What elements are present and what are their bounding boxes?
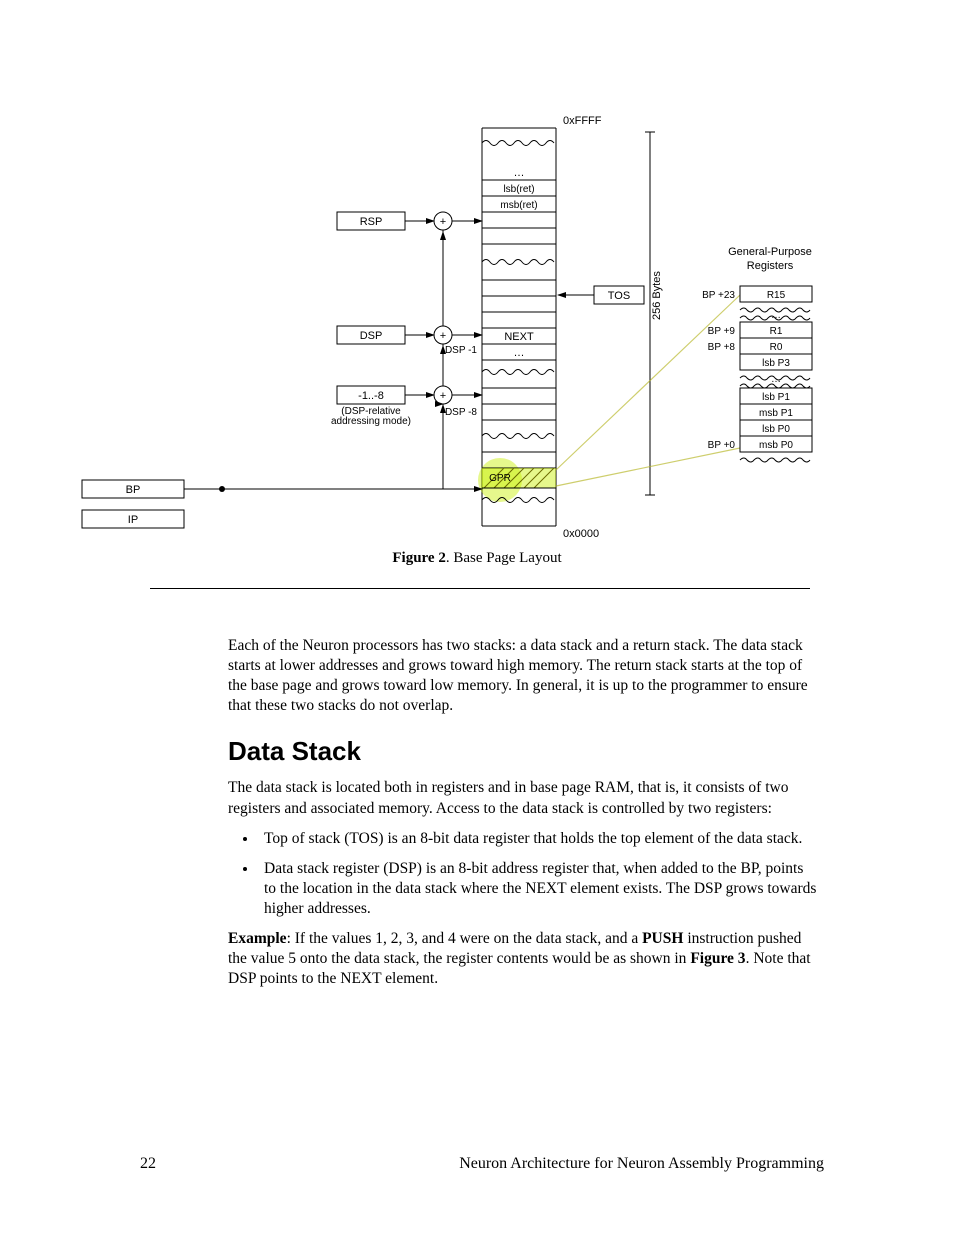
svg-text:+: + [440, 390, 446, 402]
svg-text:RSP: RSP [360, 216, 383, 228]
svg-text:BP: BP [126, 484, 141, 496]
page-number: 22 [140, 1155, 156, 1173]
example-text-1: : If the values 1, 2, 3, and 4 were on t… [287, 930, 643, 947]
bp-box: BP [82, 480, 184, 498]
svg-text:lsb P3: lsb P3 [762, 358, 790, 369]
range-box: -1..-8 (DSP-relative addressing mode) [331, 386, 411, 427]
gpr-title-2: Registers [747, 260, 794, 272]
data-stack-paragraph: The data stack is located both in regist… [228, 778, 818, 818]
push-keyword: PUSH [642, 930, 683, 947]
dsp-minus-1: DSP -1 [445, 345, 477, 356]
svg-text:DSP: DSP [360, 330, 383, 342]
gpr-title-1: General-Purpose [728, 246, 812, 258]
body-text: Each of the Neuron processors has two st… [228, 636, 818, 1000]
svg-text:addressing mode): addressing mode) [331, 416, 411, 427]
register-list: Top of stack (TOS) is an 8-bit data regi… [258, 829, 818, 920]
base-page-layout-diagram: … lsb(ret) msb(ret) NEXT … [0, 0, 954, 545]
svg-text:…: … [771, 310, 781, 321]
svg-text:BP +9: BP +9 [708, 326, 736, 337]
svg-text:R1: R1 [770, 326, 783, 337]
svg-text:IP: IP [128, 514, 138, 526]
horizontal-rule [150, 588, 810, 589]
list-item: Top of stack (TOS) is an 8-bit data regi… [258, 829, 818, 849]
svg-text:+: + [440, 216, 446, 228]
figure-area: … lsb(ret) msb(ret) NEXT … [0, 0, 954, 575]
msb-ret-cell: msb(ret) [500, 200, 537, 211]
dsp-minus-8: DSP -8 [445, 407, 477, 418]
example-label: Example [228, 930, 287, 947]
next-cell: NEXT [504, 331, 534, 343]
footer-title: Neuron Architecture for Neuron Assembly … [459, 1155, 824, 1173]
svg-text:R0: R0 [770, 342, 783, 353]
gpr-column: R15 BP +23 … R1 BP +9 R0 BP +8 lsb P3 … … [702, 286, 812, 462]
svg-text:-1..-8: -1..-8 [358, 390, 384, 402]
svg-text:+: + [440, 330, 446, 342]
figure-number: Figure 2 [392, 550, 445, 566]
lsb-ret-cell: lsb(ret) [503, 184, 534, 195]
intro-paragraph: Each of the Neuron processors has two st… [228, 636, 818, 717]
256-bytes-label: 256 Bytes [651, 271, 663, 320]
svg-text:lsb P0: lsb P0 [762, 424, 790, 435]
svg-text:BP +0: BP +0 [708, 440, 736, 451]
rsp-box: RSP [337, 212, 405, 230]
svg-text:msb P0: msb P0 [759, 440, 793, 451]
gpr-connector-bottom [556, 448, 740, 486]
addr-bottom: 0x0000 [563, 528, 599, 540]
svg-text:BP +8: BP +8 [708, 342, 736, 353]
ellipsis2-cell: … [514, 347, 525, 359]
figure-3-ref: Figure 3 [690, 950, 745, 967]
svg-text:R15: R15 [767, 290, 786, 301]
svg-text:lsb P1: lsb P1 [762, 392, 790, 403]
section-heading-data-stack: Data Stack [228, 735, 818, 769]
example-paragraph: Example: If the values 1, 2, 3, and 4 we… [228, 929, 818, 989]
figure-caption: Figure 2. Base Page Layout [0, 550, 954, 567]
svg-text:…: … [771, 374, 781, 385]
svg-text:BP +23: BP +23 [702, 290, 735, 301]
tos-label: TOS [608, 290, 630, 302]
page: … lsb(ret) msb(ret) NEXT … [0, 0, 954, 1235]
ellipsis-cell: … [514, 167, 525, 179]
figure-caption-text: . Base Page Layout [446, 550, 562, 566]
dsp-box: DSP [337, 326, 405, 344]
addr-top: 0xFFFF [563, 115, 602, 127]
list-item: Data stack register (DSP) is an 8-bit ad… [258, 859, 818, 919]
gpr-cell: GPR [489, 473, 511, 484]
ip-box: IP [82, 510, 184, 528]
memory-column: … lsb(ret) msb(ret) NEXT … [478, 128, 556, 526]
svg-text:msb P1: msb P1 [759, 408, 793, 419]
